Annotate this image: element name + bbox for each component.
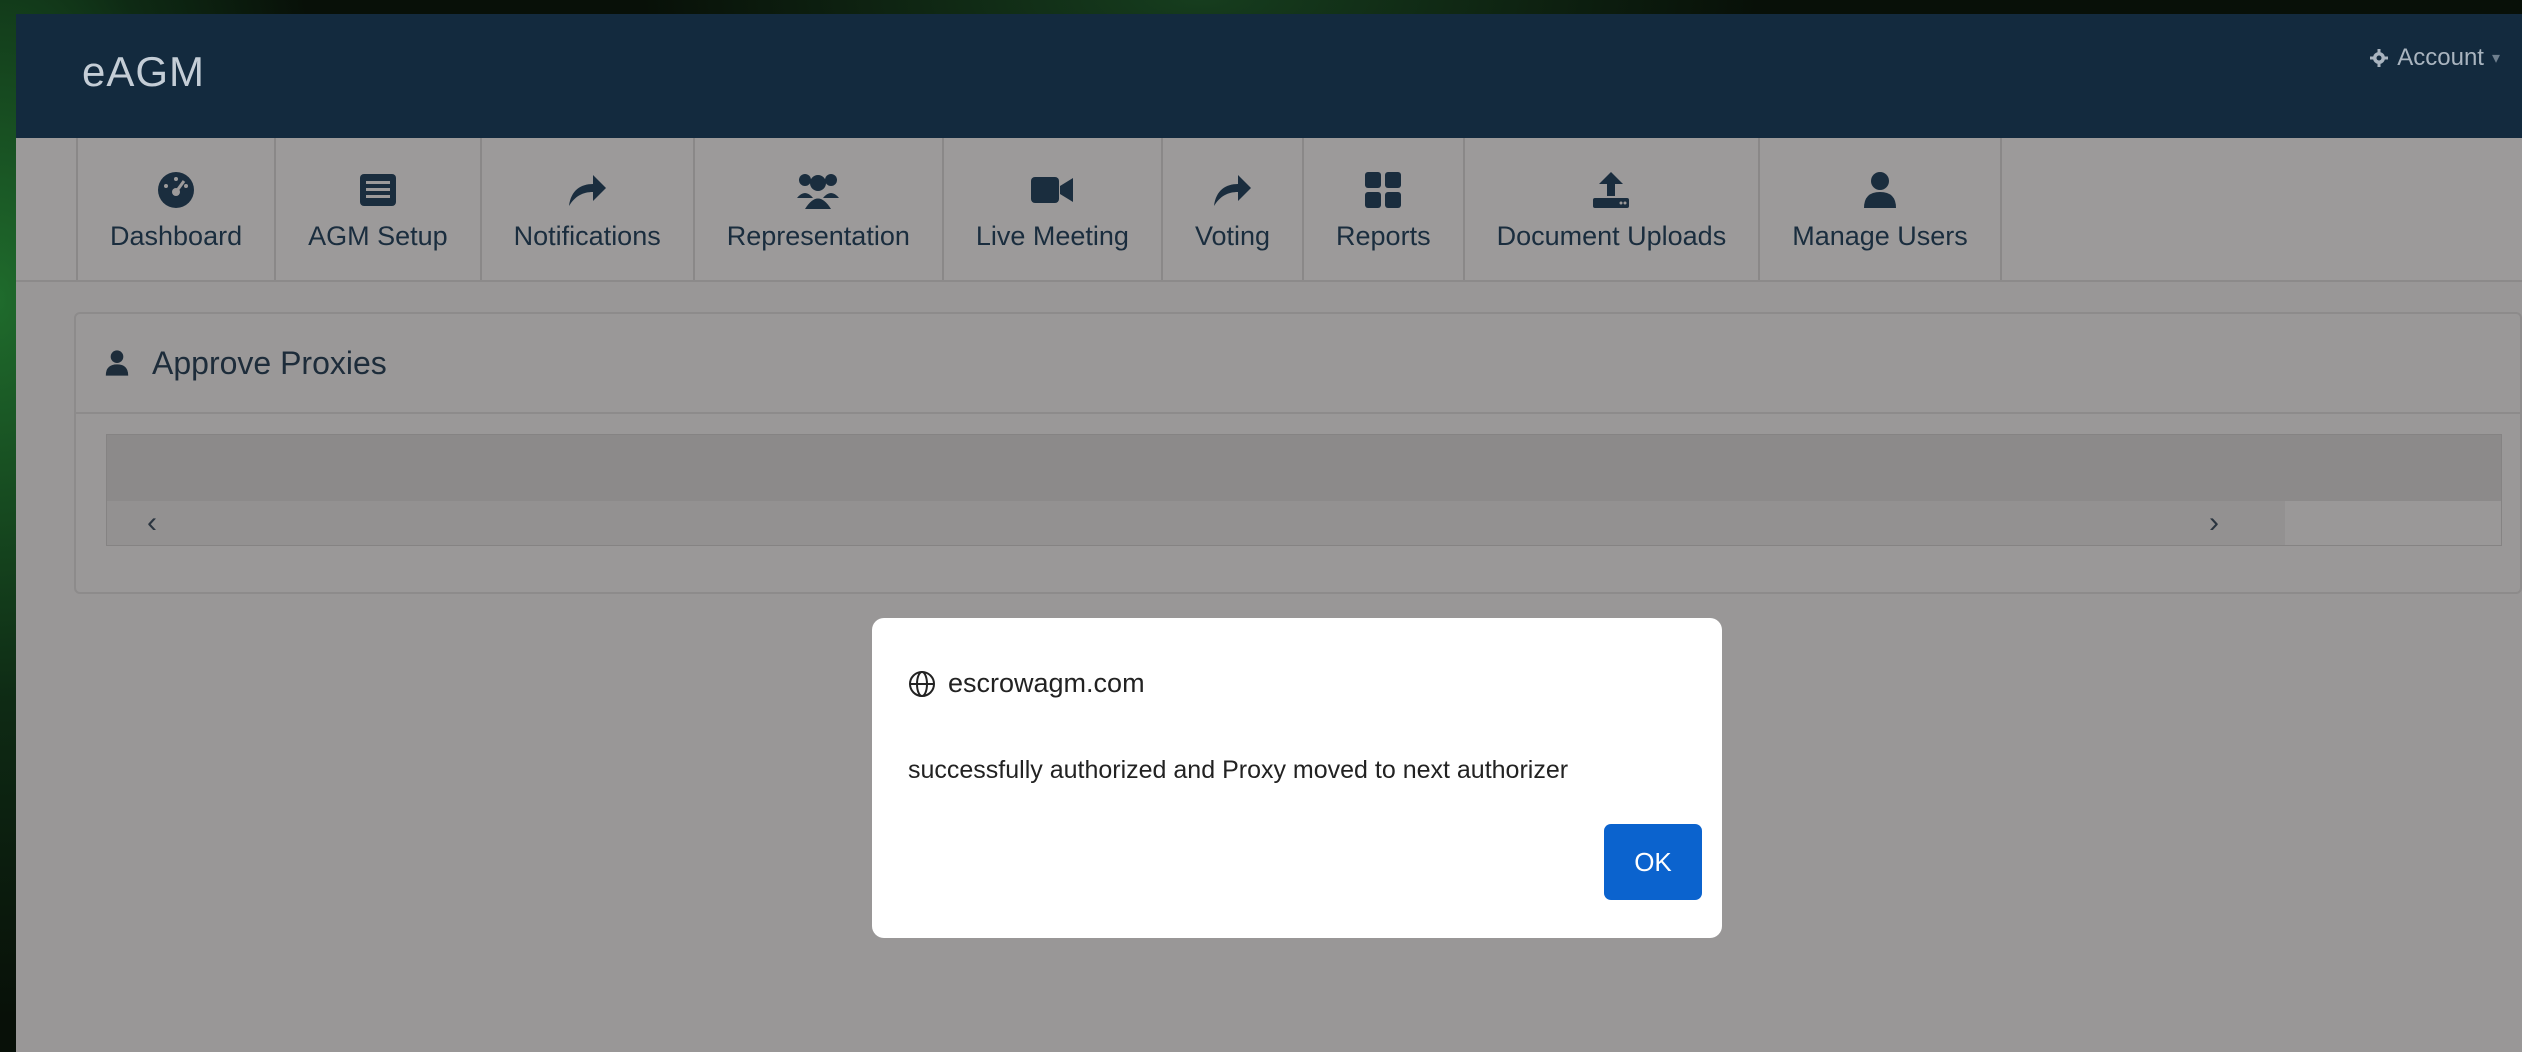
dialog-origin: escrowagm.com xyxy=(908,668,1145,699)
ok-button[interactable]: OK xyxy=(1604,824,1702,900)
dialog-origin-text: escrowagm.com xyxy=(948,668,1145,698)
alert-dialog: escrowagm.com successfully authorized an… xyxy=(872,618,1722,938)
browser-page: eAGM Account ▾ Dashboard AGM Setup Notif… xyxy=(16,14,2522,1052)
dialog-message: successfully authorized and Proxy moved … xyxy=(908,756,1569,784)
globe-icon xyxy=(909,670,935,697)
